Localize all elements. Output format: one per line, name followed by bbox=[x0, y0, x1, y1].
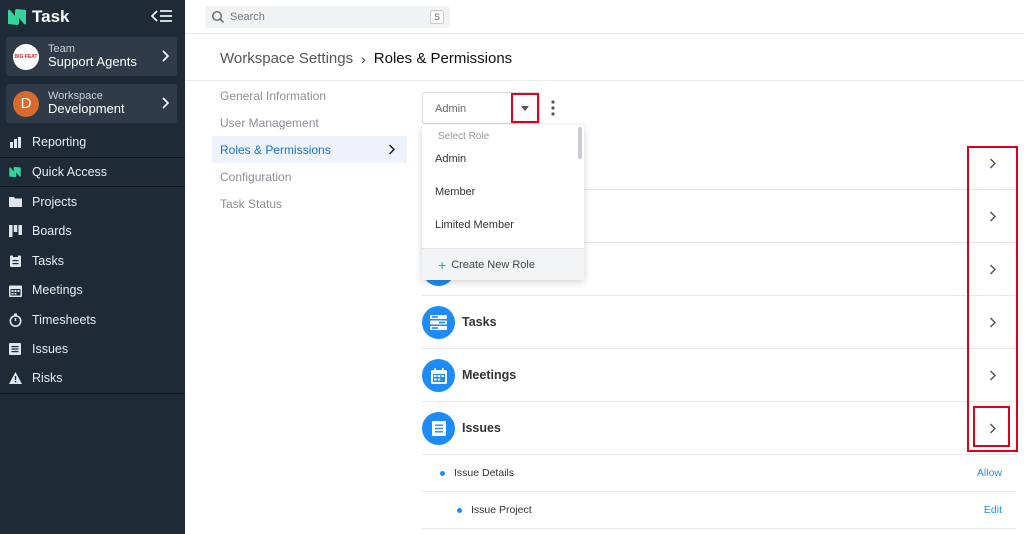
sidebar-item-boards[interactable]: Boards bbox=[0, 217, 185, 247]
sidebar-item-issues[interactable]: Issues bbox=[0, 335, 185, 365]
role-dropdown-menu: Select Role Admin Member Limited Member … bbox=[422, 125, 584, 280]
chevron-right-icon bbox=[388, 144, 395, 155]
sidebar-item-quick-access[interactable]: Quick Access bbox=[0, 158, 185, 187]
sidebar: Task BIG FEAT Team Support Agents D Work… bbox=[0, 0, 185, 534]
clipboard-icon bbox=[8, 254, 22, 268]
sub-permission-label: Issue Project bbox=[471, 504, 532, 516]
team-avatar: BIG FEAT bbox=[13, 43, 39, 70]
reporting-icon bbox=[8, 135, 22, 149]
boards-icon bbox=[8, 224, 22, 238]
sub-permission-row[interactable]: Issue Project Edit bbox=[422, 492, 1016, 529]
settings-item-general[interactable]: General Information bbox=[212, 82, 407, 109]
sidebar-item-projects[interactable]: Projects bbox=[0, 187, 185, 217]
role-option-admin[interactable]: Admin bbox=[435, 153, 466, 165]
breadcrumb: Workspace Settings › Roles & Permissions bbox=[220, 50, 512, 67]
team-switcher[interactable]: BIG FEAT Team Support Agents bbox=[6, 37, 177, 76]
tasks-icon bbox=[422, 306, 455, 339]
more-options-icon[interactable] bbox=[551, 100, 555, 116]
page-title: Roles & Permissions bbox=[373, 50, 513, 67]
permission-label: Meetings bbox=[462, 368, 517, 382]
caret-down-icon bbox=[521, 105, 529, 111]
search-icon bbox=[211, 10, 225, 24]
role-option-limited-member[interactable]: Limited Member bbox=[435, 219, 514, 231]
settings-item-configuration[interactable]: Configuration bbox=[212, 163, 407, 190]
permission-row-tasks[interactable]: Tasks bbox=[422, 296, 1016, 349]
workspace-switcher[interactable]: D Workspace Development bbox=[6, 84, 177, 123]
plus-icon: + bbox=[438, 256, 447, 273]
calendar-icon bbox=[422, 359, 455, 392]
top-bar: Search S bbox=[185, 0, 1024, 34]
breadcrumb-parent[interactable]: Workspace Settings bbox=[220, 50, 353, 67]
settings-item-task-status[interactable]: Task Status bbox=[212, 190, 407, 217]
search-shortcut-badge: S bbox=[430, 10, 444, 24]
highlight-issues-chevron bbox=[973, 406, 1010, 447]
workspace-name: Development bbox=[48, 101, 125, 117]
create-new-role-button[interactable]: + Create New Role bbox=[422, 248, 584, 280]
team-logo-icon: BIG FEAT bbox=[14, 53, 38, 60]
calendar-icon bbox=[8, 283, 22, 297]
sidebar-item-label: Boards bbox=[32, 224, 72, 239]
list-icon bbox=[422, 412, 455, 445]
sidebar-item-label: Timesheets bbox=[32, 312, 97, 327]
permission-row-issues[interactable]: Issues bbox=[422, 402, 1016, 455]
search-input[interactable]: Search bbox=[230, 11, 265, 23]
settings-item-roles[interactable]: Roles & Permissions bbox=[212, 136, 407, 163]
bullet-icon bbox=[457, 508, 462, 513]
sidebar-item-meetings[interactable]: Meetings bbox=[0, 276, 185, 306]
chevron-right-icon bbox=[162, 50, 169, 62]
settings-item-label: Roles & Permissions bbox=[220, 142, 331, 157]
permission-allow-link[interactable]: Allow bbox=[977, 467, 1002, 479]
task-logo-icon bbox=[8, 9, 26, 25]
collapse-sidebar-icon[interactable] bbox=[150, 8, 174, 24]
list-icon bbox=[8, 342, 22, 356]
bullet-icon bbox=[440, 471, 445, 476]
settings-menu: General Information User Management Role… bbox=[212, 82, 407, 217]
role-select[interactable]: Admin bbox=[422, 92, 540, 124]
sidebar-item-tasks[interactable]: Tasks bbox=[0, 246, 185, 276]
sidebar-item-label: Meetings bbox=[32, 283, 83, 298]
sidebar-item-label: Risks bbox=[32, 371, 63, 386]
team-name: Support Agents bbox=[48, 54, 137, 70]
sidebar-item-label: Tasks bbox=[32, 253, 64, 268]
sidebar-item-timesheets[interactable]: Timesheets bbox=[0, 305, 185, 335]
folder-icon bbox=[8, 195, 22, 209]
role-select-value: Admin bbox=[435, 103, 467, 115]
permission-row-meetings[interactable]: Meetings bbox=[422, 349, 1016, 402]
chevron-right-icon bbox=[162, 97, 169, 109]
header-divider bbox=[185, 80, 1024, 81]
sidebar-item-risks[interactable]: Risks bbox=[0, 364, 185, 394]
sub-permission-row[interactable]: Issue Details Allow bbox=[422, 455, 1016, 492]
workspace-avatar: D bbox=[13, 90, 39, 117]
sidebar-item-reporting[interactable]: Reporting bbox=[0, 128, 185, 158]
stopwatch-icon bbox=[8, 313, 22, 327]
dropdown-scrollbar[interactable] bbox=[578, 127, 582, 159]
permission-label: Tasks bbox=[462, 315, 497, 329]
search-box[interactable]: Search S bbox=[205, 6, 450, 28]
quick-access-icon bbox=[8, 165, 22, 179]
sidebar-item-label: Projects bbox=[32, 194, 78, 209]
dropdown-header: Select Role bbox=[438, 131, 490, 142]
settings-item-users[interactable]: User Management bbox=[212, 109, 407, 136]
permission-label: Issues bbox=[462, 421, 501, 435]
warning-icon bbox=[8, 371, 22, 385]
sidebar-item-label: Reporting bbox=[32, 135, 87, 150]
create-role-label: Create New Role bbox=[451, 258, 535, 271]
breadcrumb-separator-icon: › bbox=[361, 50, 366, 67]
sidebar-nav: Reporting Quick Access Projects Boards T… bbox=[0, 128, 185, 394]
role-option-member[interactable]: Member bbox=[435, 186, 475, 198]
role-dropdown-toggle[interactable] bbox=[511, 93, 539, 123]
permission-edit-link[interactable]: Edit bbox=[984, 504, 1002, 516]
sub-permission-label: Issue Details bbox=[454, 467, 515, 479]
sidebar-item-label: Quick Access bbox=[32, 164, 108, 179]
brand[interactable]: Task bbox=[6, 6, 70, 28]
app-name: Task bbox=[32, 7, 70, 26]
sidebar-item-label: Issues bbox=[32, 342, 69, 357]
